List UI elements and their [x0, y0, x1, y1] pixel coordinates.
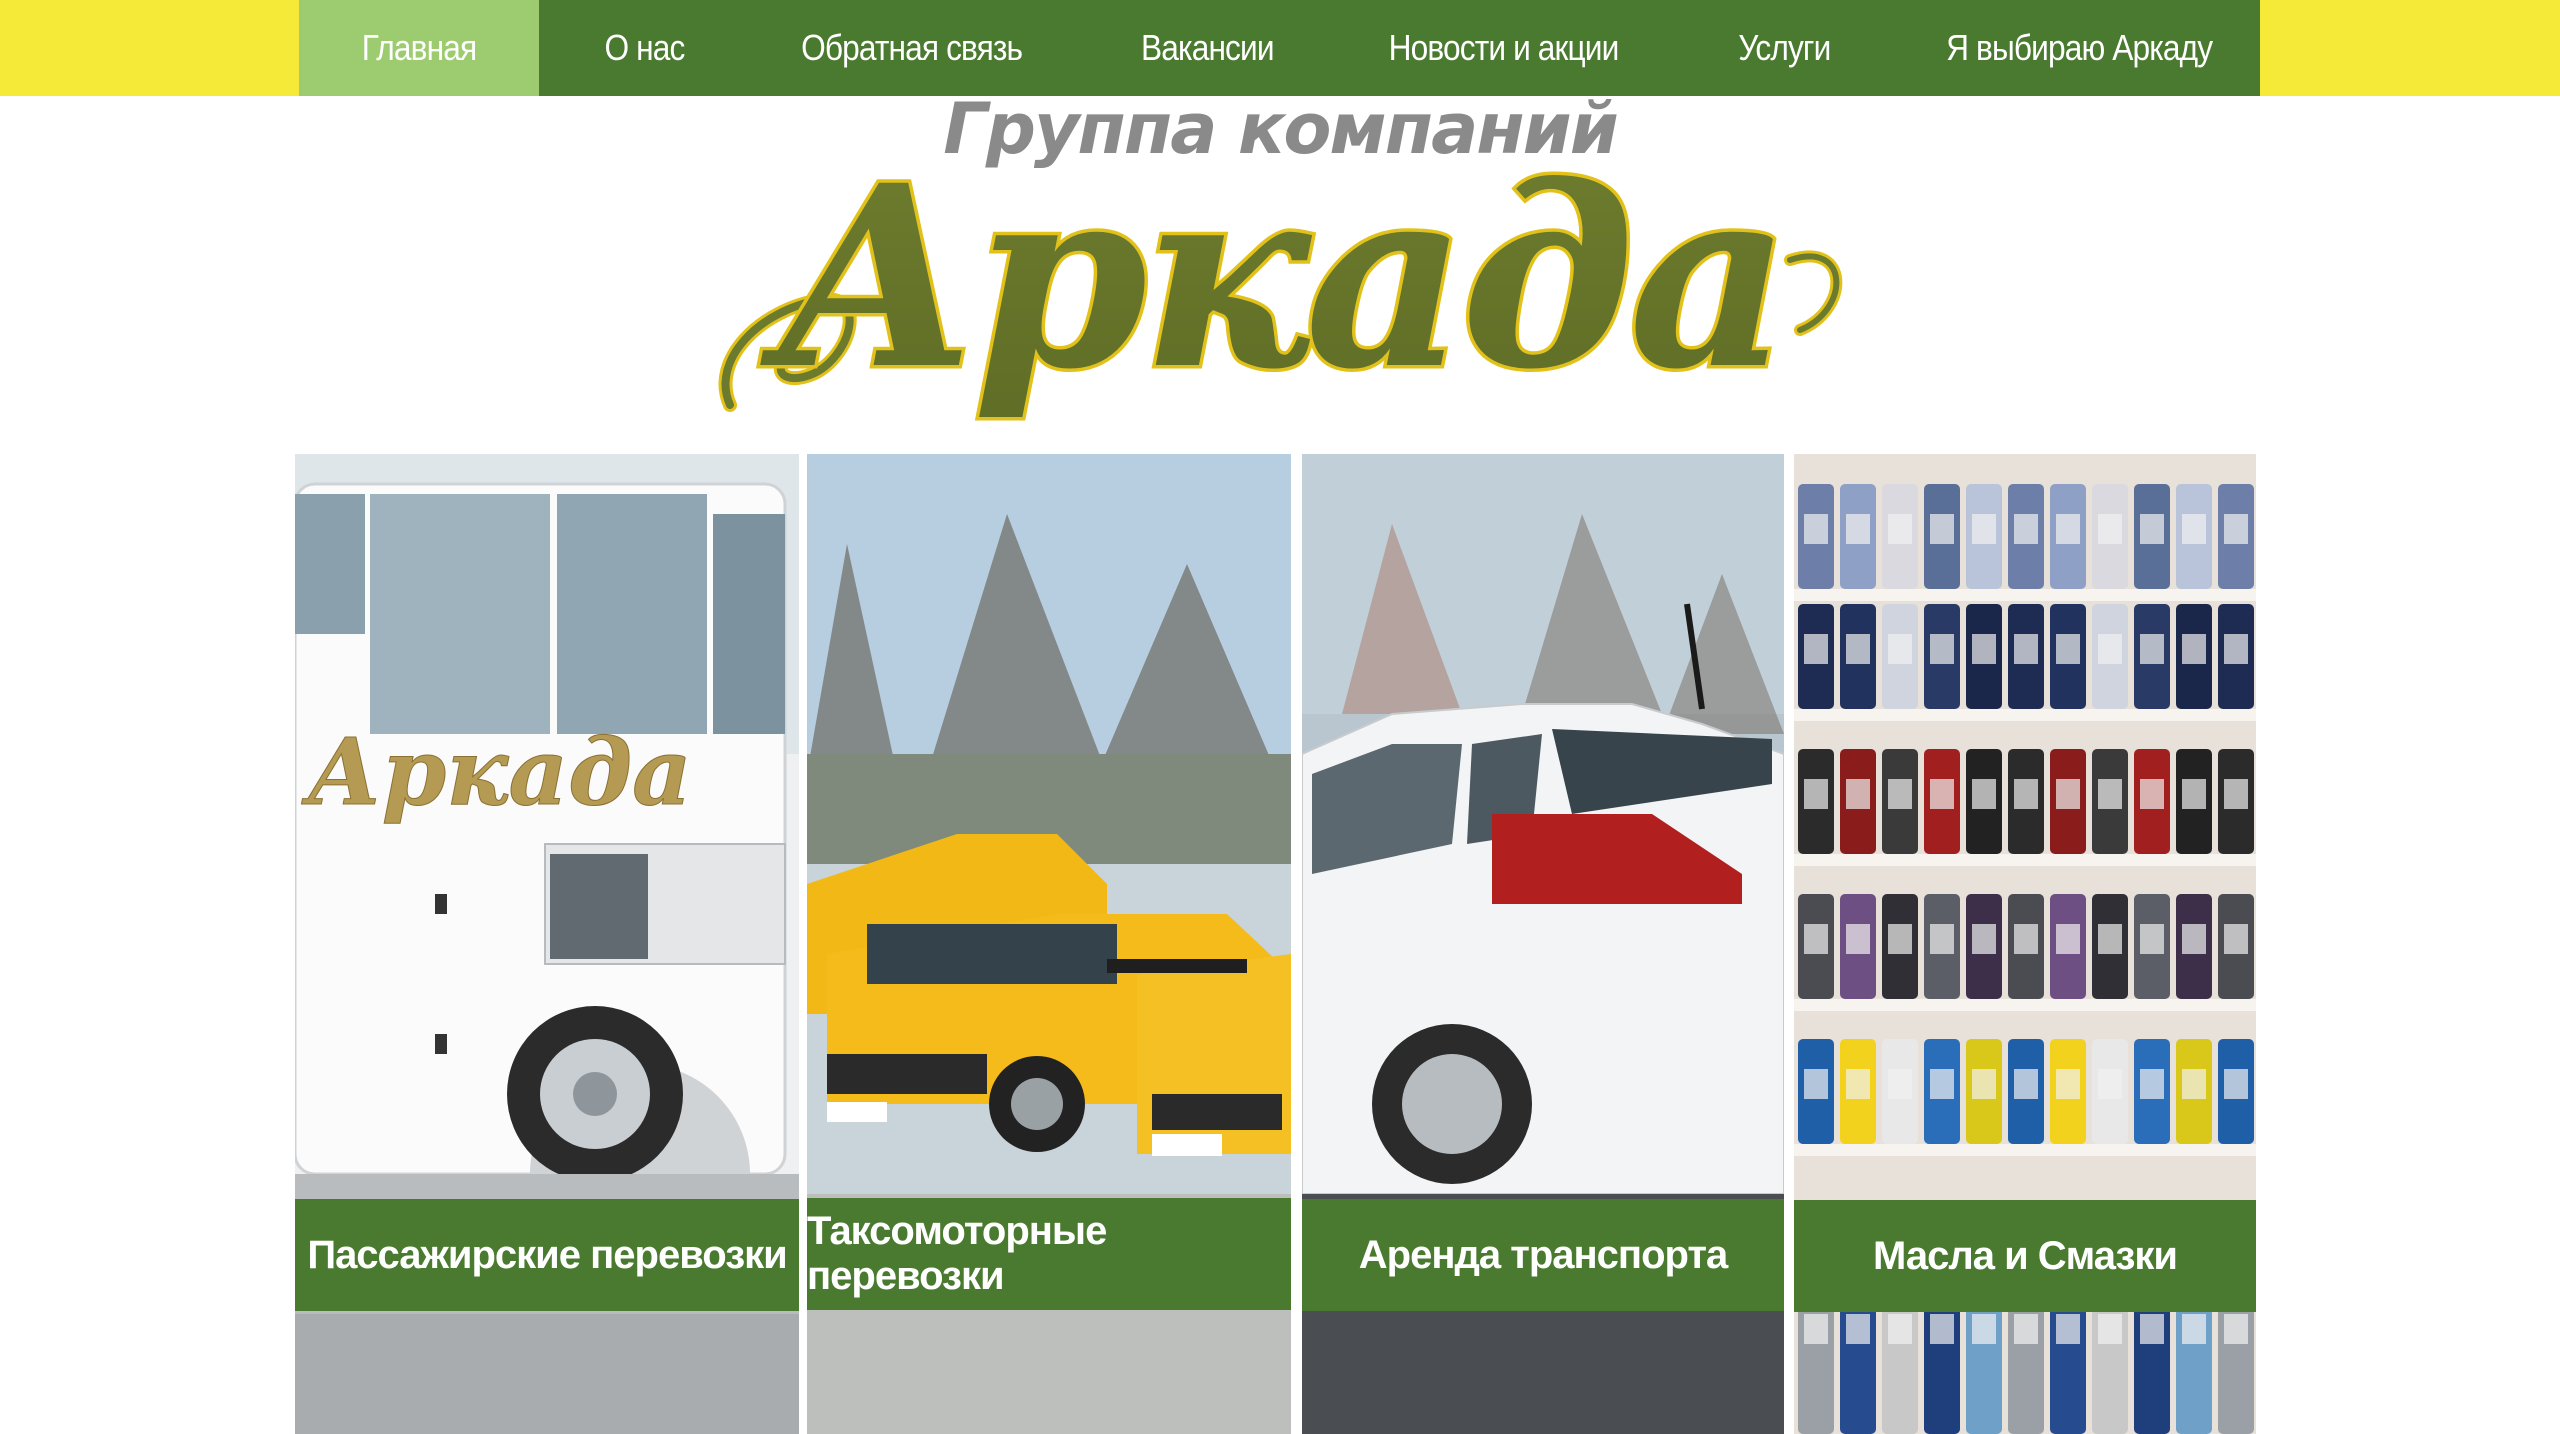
- bottle-label: [2056, 779, 2080, 809]
- bottle-label: [1972, 924, 1996, 954]
- bottle-label: [2098, 1314, 2122, 1344]
- bottle-label: [1888, 924, 1912, 954]
- bottle-label: [1930, 779, 1954, 809]
- bottle-label: [1888, 1314, 1912, 1344]
- nav-item-label: Новости и акции: [1389, 27, 1620, 68]
- bottle-label: [2140, 514, 2164, 544]
- nav-item-news[interactable]: Новости и акции: [1339, 0, 1669, 96]
- bottle-label: [2182, 779, 2206, 809]
- bottle-label: [2182, 634, 2206, 664]
- bottle-label: [2140, 634, 2164, 664]
- bottle-label: [2224, 514, 2248, 544]
- service-label: Таксомоторные перевозки: [807, 1198, 1291, 1310]
- nav-item-label: Вакансии: [1140, 27, 1274, 68]
- bottle-label: [2224, 1069, 2248, 1099]
- bottle-label: [1972, 1314, 1996, 1344]
- logo-wordmark: Аркада: [759, 160, 1784, 424]
- bottle-label: [2098, 514, 2122, 544]
- bottle-label: [2014, 1314, 2038, 1344]
- bottle-label: [1972, 634, 1996, 664]
- nav-item-label: Обратная связь: [801, 27, 1023, 68]
- bottle-label: [1804, 924, 1828, 954]
- bottle-label: [2014, 924, 2038, 954]
- bottle-label: [1930, 514, 1954, 544]
- service-card-taxi[interactable]: Таксомоторные перевозки: [807, 454, 1291, 1434]
- bottle-label: [2182, 1314, 2206, 1344]
- bottle-label: [2140, 1314, 2164, 1344]
- bottle-label: [2098, 924, 2122, 954]
- bottle-label: [2098, 634, 2122, 664]
- bottle-label: [1972, 779, 1996, 809]
- service-card-oils[interactable]: Масла и Смазки: [1794, 454, 2256, 1434]
- bottle-label: [2224, 1314, 2248, 1344]
- bottle-label: [2140, 924, 2164, 954]
- nav-item-home[interactable]: Главная: [299, 0, 539, 96]
- bottle-label: [1804, 779, 1828, 809]
- bottle-label: [2014, 514, 2038, 544]
- bottle-label: [2014, 1069, 2038, 1099]
- bottle-label: [1888, 514, 1912, 544]
- bottle-label: [2056, 514, 2080, 544]
- bottle-label: [1804, 514, 1828, 544]
- nav-item-about[interactable]: О нас: [539, 0, 749, 96]
- bottle-label: [1930, 1069, 1954, 1099]
- bottle-label: [1846, 514, 1870, 544]
- bottle-label: [2056, 1069, 2080, 1099]
- nav-item-label: О нас: [604, 27, 685, 68]
- bottle-label: [2224, 779, 2248, 809]
- nav-item-label: Главная: [361, 27, 477, 68]
- nav-item-label: Услуги: [1737, 27, 1831, 68]
- bottle-label: [1888, 779, 1912, 809]
- service-card-passenger[interactable]: Аркада Пассажирские перевозки: [295, 454, 799, 1434]
- nav-item-label: Я выбираю Аркаду: [1946, 27, 2213, 68]
- shelf: [1794, 589, 2256, 601]
- service-label: Аренда транспорта: [1302, 1199, 1784, 1311]
- bottle-label: [2056, 1314, 2080, 1344]
- bottle-label: [2140, 779, 2164, 809]
- shelf: [1794, 854, 2256, 866]
- bottle-label: [1930, 924, 1954, 954]
- nav-item-choose-arkada[interactable]: Я выбираю Аркаду: [1899, 0, 2260, 96]
- nav-item-vacancies[interactable]: Вакансии: [1075, 0, 1339, 96]
- bottle-label: [1846, 1069, 1870, 1099]
- bottle-label: [1804, 634, 1828, 664]
- bottle-label: [2182, 514, 2206, 544]
- bottle-label: [2182, 1069, 2206, 1099]
- main-nav: Главная О нас Обратная связь Вакансии Но…: [299, 0, 2260, 96]
- bottle-label: [1930, 1314, 1954, 1344]
- bottle-label: [2140, 1069, 2164, 1099]
- bottle-label: [2056, 924, 2080, 954]
- bottle-label: [2014, 634, 2038, 664]
- shelf: [1794, 1144, 2256, 1156]
- bottle-label: [1930, 634, 1954, 664]
- bottle-label: [1972, 514, 1996, 544]
- arkada-logo: Аркада: [718, 160, 1843, 428]
- bottle-label: [1804, 1314, 1828, 1344]
- shelf: [1794, 709, 2256, 721]
- company-group-subtitle: Группа компаний: [943, 88, 1619, 170]
- bottle-label: [1846, 779, 1870, 809]
- bottle-label: [1846, 1314, 1870, 1344]
- nav-item-feedback[interactable]: Обратная связь: [749, 0, 1075, 96]
- bottle-label: [1846, 634, 1870, 664]
- service-card-rental[interactable]: Аренда транспорта: [1302, 454, 1784, 1434]
- bottle-label: [2014, 779, 2038, 809]
- bottle-label: [1846, 924, 1870, 954]
- bottle-label: [2224, 924, 2248, 954]
- nav-item-services[interactable]: Услуги: [1669, 0, 1899, 96]
- bottle-label: [2224, 634, 2248, 664]
- bus-logo-text: Аркада: [301, 718, 692, 826]
- service-label: Пассажирские перевозки: [295, 1199, 799, 1311]
- bottle-label: [2056, 634, 2080, 664]
- bottle-label: [2098, 779, 2122, 809]
- bottle-label: [2098, 1069, 2122, 1099]
- bottle-label: [1888, 1069, 1912, 1099]
- bottle-label: [1972, 1069, 1996, 1099]
- bottle-label: [1804, 1069, 1828, 1099]
- service-label: Масла и Смазки: [1794, 1200, 2256, 1312]
- bottle-label: [2182, 924, 2206, 954]
- shelf: [1794, 999, 2256, 1011]
- bottle-label: [1888, 634, 1912, 664]
